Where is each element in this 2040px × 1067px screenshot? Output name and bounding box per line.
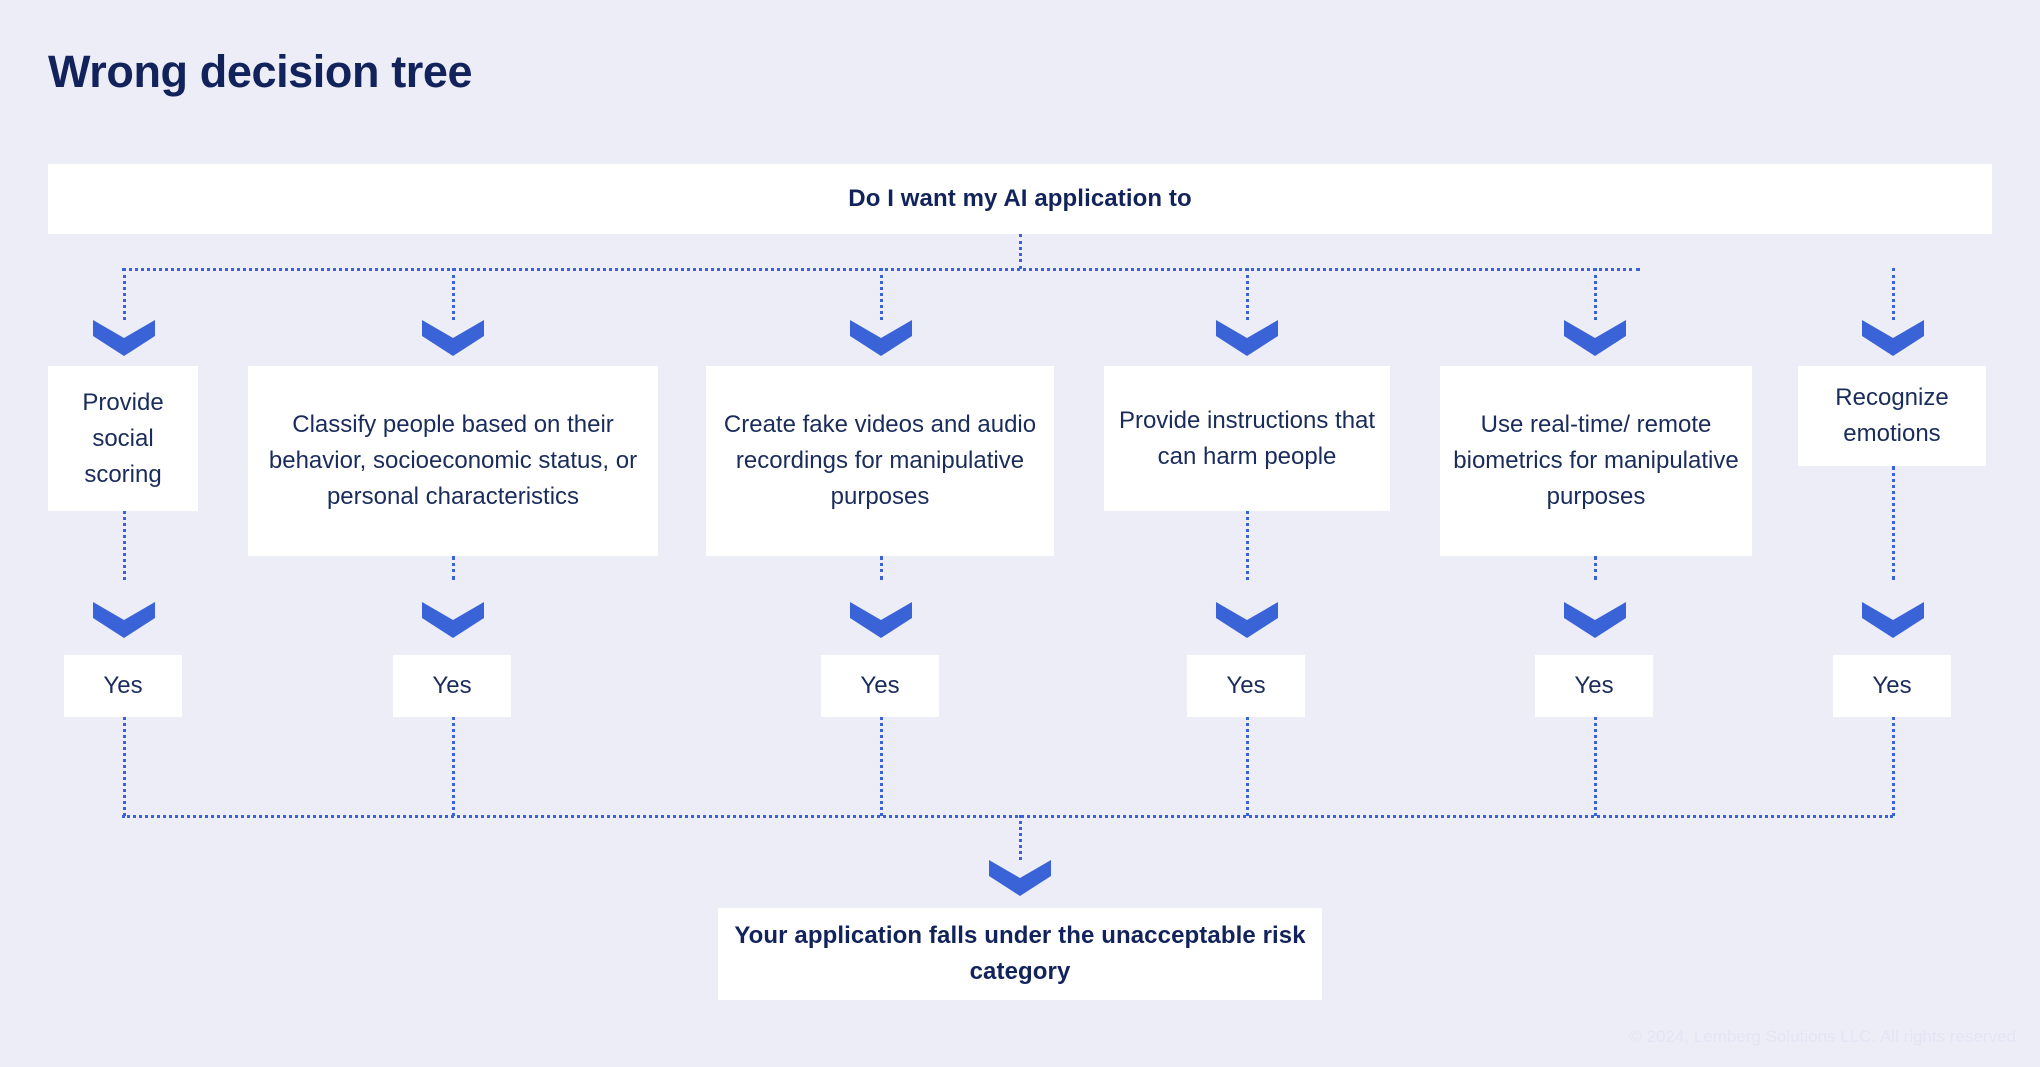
answer-box-6: Yes [1833,655,1951,717]
connector-q6-to-yes [1892,466,1895,580]
answer-label-5: Yes [1574,672,1614,699]
question-box-4: Provide instructions that can harm peopl… [1104,366,1390,511]
chevron-down-icon [1216,600,1278,638]
question-label-5: Use real-time/ remote biometrics for man… [1453,411,1739,510]
connector-drop-2 [452,268,455,320]
result-label: Your application falls under the unaccep… [734,922,1306,985]
chevron-down-icon [93,600,155,638]
connector-yes1-down [123,717,126,816]
question-label-6: Recognize emotions [1835,384,1949,447]
chevron-down-icon [1216,318,1278,356]
chevron-down-icon [422,600,484,638]
connector-drop-4 [1246,268,1249,320]
question-box-6: Recognize emotions [1798,366,1986,466]
connector-q2-to-yes [452,556,455,580]
decision-tree-diagram: Wrong decision tree Do I want my AI appl… [0,0,2040,1067]
connector-root-stem [1019,234,1022,269]
answer-box-4: Yes [1187,655,1305,717]
connector-q3-to-yes [880,556,883,580]
answer-box-1: Yes [64,655,182,717]
root-question-label: Do I want my AI application to [848,185,1192,212]
question-label-4: Provide instructions that can harm peopl… [1118,406,1376,470]
chevron-down-icon [989,858,1051,896]
answer-label-1: Yes [103,672,143,699]
connector-result-stem [1019,815,1022,860]
answer-box-2: Yes [393,655,511,717]
connector-drop-3 [880,268,883,320]
connector-q1-to-yes [123,511,126,580]
root-question-box: Do I want my AI application to [48,164,1992,234]
chevron-down-icon [1564,600,1626,638]
chevron-down-icon [422,318,484,356]
question-box-3: Create fake videos and audio recordings … [706,366,1054,556]
connector-drop-1 [123,268,126,320]
answer-label-2: Yes [432,672,472,699]
connector-yes5-down [1594,717,1597,816]
connector-yes2-down [452,717,455,816]
connector-yes4-down [1246,717,1249,816]
question-box-1: Provide social scoring [48,366,198,511]
connector-drop-6 [1892,268,1895,320]
question-box-5: Use real-time/ remote biometrics for man… [1440,366,1752,556]
question-box-2: Classify people based on their behavior,… [248,366,658,556]
connector-yes3-down [880,717,883,816]
question-label-3: Create fake videos and audio recordings … [723,411,1037,510]
footer-copyright: © 2024, Lemberg Solutions LLC. All right… [1629,1027,2016,1046]
answer-box-5: Yes [1535,655,1653,717]
answer-label-6: Yes [1872,672,1912,699]
chevron-down-icon [1564,318,1626,356]
answer-box-3: Yes [821,655,939,717]
chevron-down-icon [850,600,912,638]
connector-yes6-down [1892,717,1895,816]
connector-q4-to-yes [1246,511,1249,580]
answer-label-4: Yes [1226,672,1266,699]
chevron-down-icon [93,318,155,356]
chevron-down-icon [1862,600,1924,638]
question-label-2: Classify people based on their behavior,… [268,411,638,510]
connector-merge-bus [122,815,1893,818]
chevron-down-icon [850,318,912,356]
page-title: Wrong decision tree [48,46,473,97]
result-box: Your application falls under the unaccep… [718,908,1322,1000]
question-label-1: Provide social scoring [82,388,164,488]
connector-drop-5 [1594,268,1597,320]
answer-label-3: Yes [860,672,900,699]
chevron-down-icon [1862,318,1924,356]
connector-q5-to-yes [1594,556,1597,580]
